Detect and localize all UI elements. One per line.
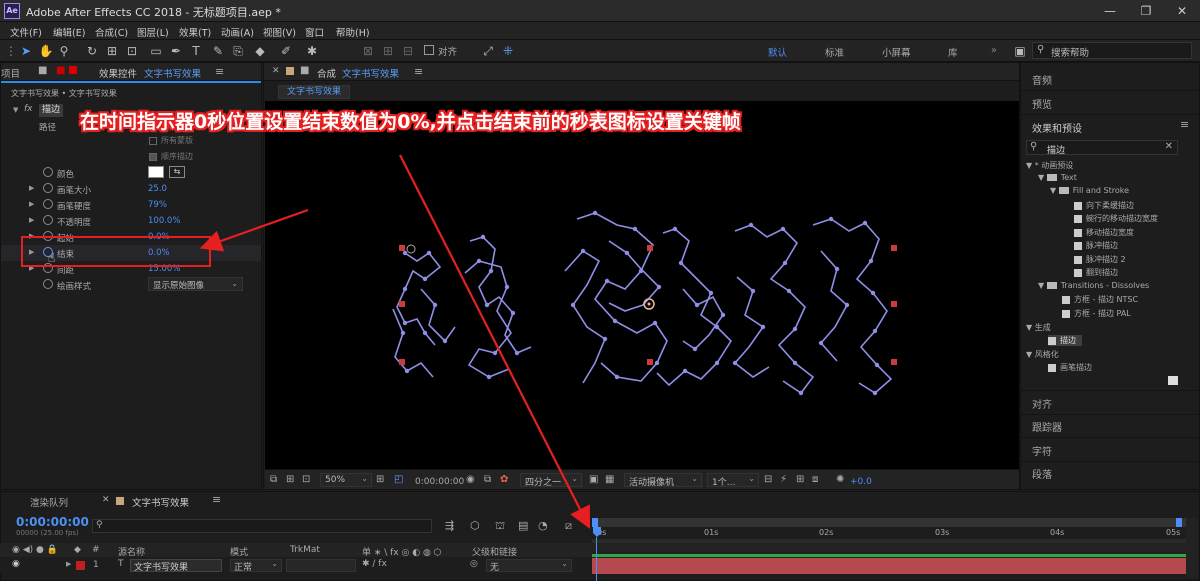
arrow-to-end-property xyxy=(199,208,309,252)
arrow-to-playhead xyxy=(399,154,590,529)
annotation-arrows xyxy=(199,154,590,529)
